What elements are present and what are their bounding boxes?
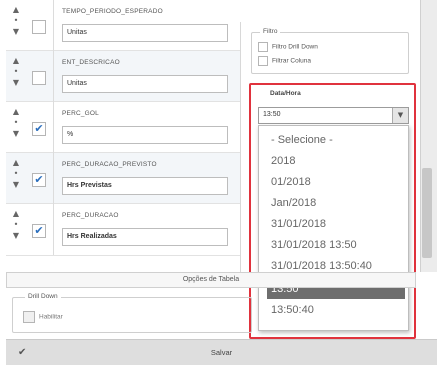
option-label: Filtrar Coluna [272, 57, 312, 65]
dot-icon: • [13, 16, 19, 25]
field-row: ▲ • ▼ ✔ PERC_DURACAO_PREVISTO Hrs Previs… [6, 153, 264, 204]
drill-down-group: Drill Down Habilitar [12, 293, 252, 333]
divider [53, 102, 54, 153]
dot-icon: • [13, 220, 19, 229]
table-options-button[interactable]: Opções de Tabela [6, 272, 416, 288]
divider [53, 51, 54, 102]
reorder-handle[interactable]: ▲ • ▼ [8, 157, 24, 201]
field-visible-checkbox[interactable]: ✔ [32, 224, 46, 238]
drill-down-legend: Drill Down [25, 293, 61, 300]
date-format-option[interactable]: 31/01/2018 [259, 214, 408, 234]
field-label-input[interactable]: Unitas [62, 24, 228, 42]
field-label-input[interactable]: Hrs Realizadas [62, 228, 228, 246]
arrow-down-icon[interactable]: ▼ [8, 179, 24, 190]
divider [53, 153, 54, 204]
filter-drill-down-option[interactable]: Filtro Drill Down [258, 42, 318, 54]
drill-down-enable-option[interactable]: Habilitar [23, 311, 63, 323]
field-label-input[interactable]: Unitas [62, 75, 228, 93]
date-format-legend: Data/Hora [270, 90, 301, 97]
date-format-option[interactable]: Jan/2018 [259, 193, 408, 213]
date-format-option[interactable]: 01/2018 [259, 172, 408, 192]
date-format-option[interactable]: - Selecione - [259, 130, 408, 150]
filter-legend: Filtro [260, 28, 281, 35]
reorder-handle[interactable]: ▲ • ▼ [8, 106, 24, 150]
field-name: PERC_DURACAO [62, 212, 119, 219]
divider [53, 204, 54, 255]
arrow-down-icon[interactable]: ▼ [8, 128, 24, 139]
scrollbar-thumb[interactable] [422, 168, 432, 258]
field-row: ▲ • ▼ ✔ PERC_GOL % [6, 102, 264, 153]
date-format-option[interactable]: 31/01/2018 13:50 [259, 235, 408, 255]
field-label-input[interactable]: % [62, 126, 228, 144]
field-name: PERC_DURACAO_PREVISTO [62, 161, 157, 168]
field-name: PERC_GOL [62, 110, 100, 117]
checkbox[interactable] [258, 56, 268, 66]
field-label-input[interactable]: Hrs Previstas [62, 177, 228, 195]
date-format-select[interactable]: 13:50 ▼ [258, 107, 409, 124]
arrow-down-icon[interactable]: ▼ [8, 77, 24, 88]
dot-icon: • [13, 169, 19, 178]
date-format-option[interactable]: 13:50:40 [259, 300, 408, 320]
arrow-up-icon[interactable]: ▲ [8, 106, 24, 117]
field-visible-checkbox[interactable] [32, 20, 46, 34]
filter-group: Filtro Filtro Drill Down Filtrar Coluna [251, 28, 409, 74]
field-row: ▲ • ▼ TEMPO_PERIODO_ESPERADO Unitas [6, 0, 264, 51]
arrow-up-icon[interactable]: ▲ [8, 208, 24, 219]
checkbox[interactable] [23, 311, 35, 323]
field-visible-checkbox[interactable]: ✔ [32, 122, 46, 136]
date-format-options: - Selecione - 2018 01/2018 Jan/2018 31/0… [258, 125, 409, 331]
option-label: Filtro Drill Down [272, 43, 318, 51]
save-button[interactable]: ✔ Salvar [6, 339, 437, 365]
field-row: ▲ • ▼ ✔ PERC_DURACAO Hrs Realizadas [6, 204, 264, 256]
chevron-down-icon[interactable]: ▼ [392, 108, 408, 123]
arrow-down-icon[interactable]: ▼ [8, 26, 24, 37]
field-row: ▲ • ▼ ENT_DESCRICAO Unitas [6, 51, 264, 102]
option-label: Habilitar [39, 313, 63, 321]
divider [53, 0, 54, 51]
save-label: Salvar [210, 348, 233, 357]
field-name: TEMPO_PERIODO_ESPERADO [62, 8, 163, 15]
reorder-handle[interactable]: ▲ • ▼ [8, 4, 24, 48]
dot-icon: • [13, 67, 19, 76]
dot-icon: • [13, 118, 19, 127]
reorder-handle[interactable]: ▲ • ▼ [8, 55, 24, 99]
field-visible-checkbox[interactable] [32, 71, 46, 85]
arrow-down-icon[interactable]: ▼ [8, 230, 24, 241]
arrow-up-icon[interactable]: ▲ [8, 55, 24, 66]
date-format-option[interactable]: 2018 [259, 151, 408, 171]
checkbox[interactable] [258, 42, 268, 52]
field-visible-checkbox[interactable]: ✔ [32, 173, 46, 187]
filter-column-option[interactable]: Filtrar Coluna [258, 56, 311, 68]
reorder-handle[interactable]: ▲ • ▼ [8, 208, 24, 252]
field-name: ENT_DESCRICAO [62, 59, 120, 66]
arrow-up-icon[interactable]: ▲ [8, 4, 24, 15]
select-value: 13:50 [263, 111, 281, 118]
arrow-up-icon[interactable]: ▲ [8, 157, 24, 168]
